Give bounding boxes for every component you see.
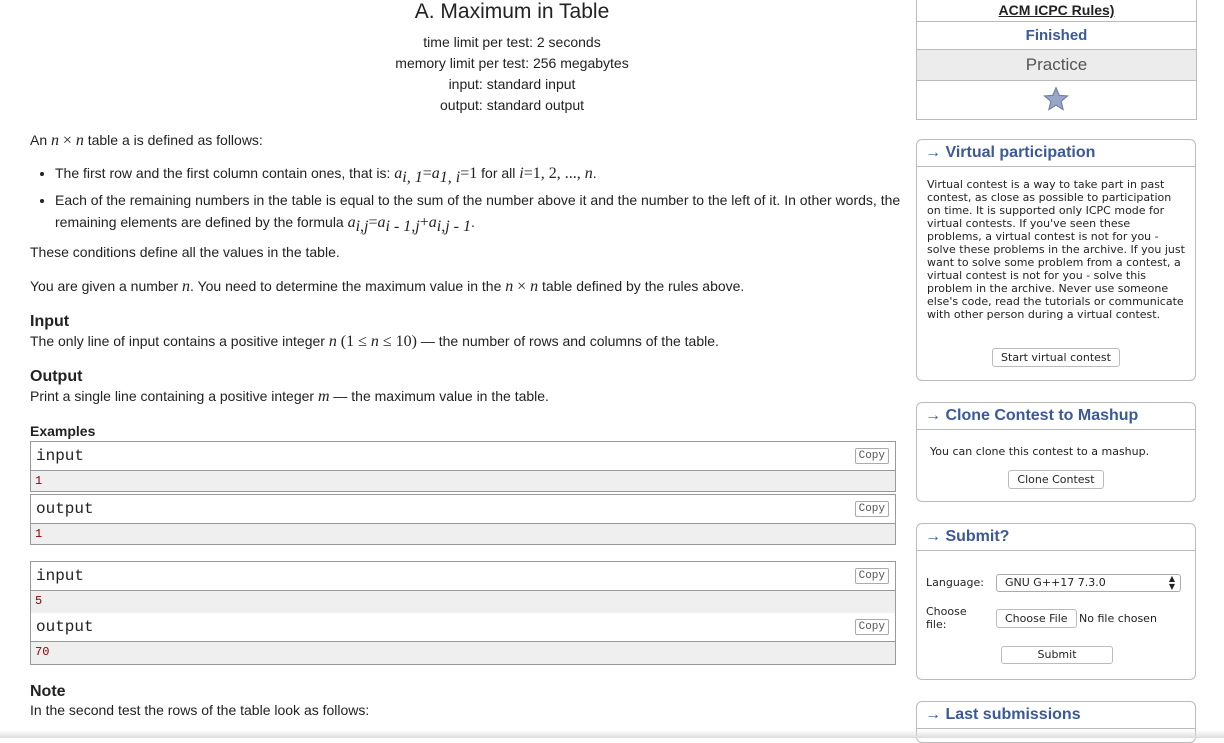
file-status: No file chosen (1079, 612, 1157, 625)
output-spec: Print a single line containing a positiv… (30, 388, 549, 405)
intro-text: table a is defined as follows: (87, 132, 263, 148)
output-label: output (36, 500, 94, 518)
virtual-participation-box: → Virtual participation Virtual contest … (916, 139, 1196, 381)
box-title: → Last submissions (925, 706, 1081, 723)
note-text: In the second test the rows of the table… (30, 702, 370, 718)
examples-title: Examples (30, 423, 96, 439)
output-label: output (36, 618, 94, 636)
submit-button[interactable]: Submit (1001, 646, 1113, 664)
example-2-output: output Copy 70 (30, 613, 896, 665)
copy-button[interactable]: Copy (854, 501, 889, 517)
memory-limit: memory limit per test: 256 megabytes (395, 55, 629, 71)
copy-button[interactable]: Copy (854, 448, 889, 464)
task-paragraph: You are given a number n. You need to de… (30, 278, 745, 295)
rules-link[interactable]: ACM ICPC Rules) (999, 2, 1115, 18)
example-1-input: input Copy 1 (30, 441, 896, 492)
copy-button[interactable]: Copy (854, 619, 889, 635)
select-arrows-icon: ▲ ▼ (1168, 574, 1175, 591)
rules-list: The first row and the first column conta… (30, 162, 915, 238)
language-label: Language: (926, 576, 984, 589)
box-title: → Submit? (925, 528, 1010, 545)
box-title: → Virtual participation (925, 144, 1096, 161)
clone-contest-box: → Clone Contest to Mashup You can clone … (916, 402, 1196, 502)
language-select[interactable]: GNU G++17 7.3.0 ▲ ▼ (996, 574, 1181, 592)
contest-info-box: ACM ICPC Rules) Finished Practice (916, 0, 1197, 120)
note-title: Note (30, 683, 66, 700)
star-icon[interactable] (1043, 86, 1069, 112)
file-label: Choose file: (926, 605, 967, 631)
list-item: The first row and the first column conta… (55, 162, 915, 189)
intro-paragraph: An n × n table a is defined as follows: (30, 132, 263, 149)
language-value: GNU G++17 7.3.0 (1005, 576, 1106, 589)
output-file: output: standard output (440, 97, 584, 113)
output-data: 70 (35, 645, 50, 659)
box-title: → Clone Contest to Mashup (925, 407, 1139, 424)
start-virtual-contest-button[interactable]: Start virtual contest (992, 348, 1120, 367)
bottom-fade (0, 730, 1224, 738)
clone-contest-button[interactable]: Clone Contest (1008, 470, 1104, 489)
input-file: input: standard input (448, 76, 576, 92)
clone-description: You can clone this contest to a mashup. (930, 445, 1150, 458)
problem-title: A. Maximum in Table (414, 0, 610, 23)
virtual-description: Virtual contest is a way to take part in… (927, 178, 1185, 321)
contest-status: Finished (1025, 27, 1088, 44)
choose-file-button[interactable]: Choose File (996, 609, 1077, 628)
example-1-output: output Copy 1 (30, 494, 896, 545)
copy-button[interactable]: Copy (854, 568, 889, 584)
time-limit: time limit per test: 2 seconds (423, 34, 601, 50)
output-data: 1 (35, 527, 43, 541)
input-label: input (36, 447, 85, 465)
input-data: 5 (35, 594, 43, 608)
input-label: input (36, 567, 85, 585)
submit-box: → Submit? Language: GNU G++17 7.3.0 ▲ ▼ C… (916, 523, 1196, 680)
input-spec: The only line of input contains a positi… (30, 333, 719, 350)
output-section-title: Output (30, 368, 83, 385)
example-2-input: input Copy 5 (30, 561, 896, 614)
contest-mode: Practice (1025, 55, 1088, 74)
list-item: Each of the remaining numbers in the tab… (55, 189, 915, 238)
input-data: 1 (35, 474, 43, 488)
input-section-title: Input (30, 313, 70, 330)
conditions-paragraph: These conditions define all the values i… (30, 244, 340, 260)
